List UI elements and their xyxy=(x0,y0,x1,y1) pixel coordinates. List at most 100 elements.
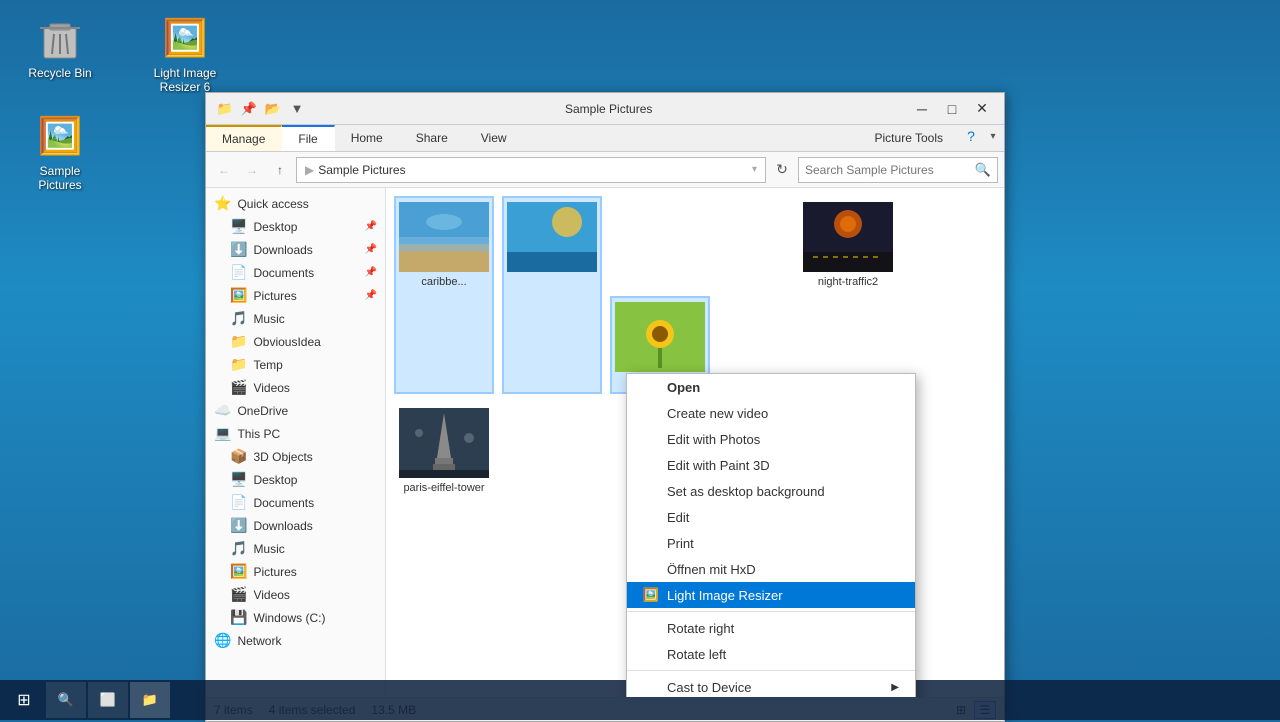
toolbar-btn-folder[interactable]: 📁 xyxy=(214,98,236,120)
sidebar-item-onedrive[interactable]: ☁️ OneDrive xyxy=(206,399,385,422)
tab-help-btn[interactable]: ? xyxy=(960,125,982,147)
sidebar-item-desktop2[interactable]: 🖥️ Desktop xyxy=(206,468,385,491)
cast-icon xyxy=(643,679,659,695)
sidebar-item-windows-c[interactable]: 💾 Windows (C:) xyxy=(206,606,385,629)
close-button[interactable]: ✕ xyxy=(968,98,996,120)
file-item-2[interactable] xyxy=(502,196,602,394)
sidebar-item-documents[interactable]: 📄 Documents 📌 xyxy=(206,261,385,284)
address-bar: ← → ↑ ▶ Sample Pictures ▾ ↻ 🔍 xyxy=(206,152,1004,188)
sidebar-network-label: Network xyxy=(237,634,281,648)
sidebar-item-network[interactable]: 🌐 Network xyxy=(206,629,385,652)
sidebar-item-music[interactable]: 🎵 Music xyxy=(206,307,385,330)
obviousidea-icon: 📁 xyxy=(230,333,247,350)
sidebar-this-pc-label: This PC xyxy=(237,427,280,441)
ctx-item-edit-with-paint3d[interactable]: Edit with Paint 3D xyxy=(627,452,915,478)
sidebar-item-documents2[interactable]: 📄 Documents xyxy=(206,491,385,514)
tab-share[interactable]: Share xyxy=(400,125,465,151)
ctx-item-rotate-left[interactable]: Rotate left xyxy=(627,641,915,667)
address-path[interactable]: ▶ Sample Pictures ▾ xyxy=(296,157,766,183)
maximize-button[interactable]: □ xyxy=(938,98,966,120)
ctx-item-edit[interactable]: Edit xyxy=(627,504,915,530)
sidebar-downloads2-label: Downloads xyxy=(253,519,312,533)
sidebar-item-downloads[interactable]: ⬇️ Downloads 📌 xyxy=(206,238,385,261)
ctx-item-offnen-hxd[interactable]: Öffnen mit HxD xyxy=(627,556,915,582)
quick-access-icon: ⭐ xyxy=(214,195,231,212)
sidebar-videos-label: Videos xyxy=(253,381,289,395)
toolbar-btn-new-folder[interactable]: 📂 xyxy=(262,98,284,120)
sidebar: ⭐ Quick access 🖥️ Desktop 📌 ⬇️ Downloads… xyxy=(206,188,386,697)
network-icon: 🌐 xyxy=(214,632,231,649)
desktop-icon-light-image-resizer[interactable]: 🖼️ Light Image Resizer 6 xyxy=(145,10,225,98)
tab-view[interactable]: View xyxy=(465,125,524,151)
search-input[interactable] xyxy=(805,163,971,177)
breadcrumb-dropdown[interactable]: ▾ xyxy=(752,164,757,175)
file-thumbnail-caribbean xyxy=(399,202,489,272)
taskbar-search-btn[interactable]: 🔍 xyxy=(46,682,86,718)
desktop-icon-recycle-bin[interactable]: Recycle Bin xyxy=(20,10,100,84)
ctx-item-rotate-right[interactable]: Rotate right xyxy=(627,615,915,641)
sidebar-item-videos[interactable]: 🎬 Videos xyxy=(206,376,385,399)
ctx-item-create-new-video[interactable]: Create new video xyxy=(627,400,915,426)
ctx-paint3d-label: Edit with Paint 3D xyxy=(667,458,770,473)
title-bar: 📁 📌 📂 ▼ Sample Pictures ─ □ ✕ xyxy=(206,93,1004,125)
toolbar-dropdown[interactable]: ▼ xyxy=(286,98,308,120)
sidebar-item-obviousidea[interactable]: 📁 ObviousIdea xyxy=(206,330,385,353)
tab-file[interactable]: File xyxy=(282,125,334,151)
file-item-paris-eiffel-tower[interactable]: paris-eiffel-tower xyxy=(394,402,494,500)
desktop-icon-sample-pictures[interactable]: 🖼️ Sample Pictures xyxy=(20,108,100,196)
sidebar-item-pictures[interactable]: 🖼️ Pictures 📌 xyxy=(206,284,385,307)
ctx-rotate-left-label: Rotate left xyxy=(667,647,726,662)
refresh-button[interactable]: ↻ xyxy=(770,158,794,182)
desktop: Recycle Bin 🖼️ Light Image Resizer 6 🖼️ … xyxy=(0,0,1280,720)
ctx-item-cast-to-device[interactable]: Cast to Device ▶ xyxy=(627,674,915,697)
3d-objects-icon: 📦 xyxy=(230,448,247,465)
taskbar-explorer-btn[interactable]: 📁 xyxy=(130,682,170,718)
sidebar-windows-c-label: Windows (C:) xyxy=(253,611,325,625)
tab-manage[interactable]: Manage xyxy=(206,125,282,151)
toolbar-btn-pin[interactable]: 📌 xyxy=(238,98,260,120)
forward-button[interactable]: → xyxy=(240,158,264,182)
recycle-bin-icon xyxy=(36,14,84,62)
breadcrumb-text: Sample Pictures xyxy=(318,163,405,177)
sidebar-item-music2[interactable]: 🎵 Music xyxy=(206,537,385,560)
sidebar-item-3d-objects[interactable]: 📦 3D Objects xyxy=(206,445,385,468)
start-button[interactable]: ⊞ xyxy=(4,682,44,718)
sidebar-item-pictures2[interactable]: 🖼️ Pictures xyxy=(206,560,385,583)
tab-home[interactable]: Home xyxy=(335,125,400,151)
sidebar-item-videos2[interactable]: 🎬 Videos xyxy=(206,583,385,606)
sidebar-music-label: Music xyxy=(253,312,284,326)
ribbon-collapse-btn[interactable]: ▾ xyxy=(982,125,1004,147)
tab-picture-tools[interactable]: Picture Tools xyxy=(859,125,960,151)
ctx-item-set-desktop-bg[interactable]: Set as desktop background xyxy=(627,478,915,504)
search-icon[interactable]: 🔍 xyxy=(975,162,991,178)
up-button[interactable]: ↑ xyxy=(268,158,292,182)
ctx-item-open[interactable]: Open xyxy=(627,374,915,400)
sidebar-item-quick-access[interactable]: ⭐ Quick access xyxy=(206,192,385,215)
sidebar-pictures-label: Pictures xyxy=(253,289,296,303)
sidebar-item-this-pc[interactable]: 💻 This PC xyxy=(206,422,385,445)
rotate-left-icon xyxy=(643,646,659,662)
ctx-item-edit-with-photos[interactable]: Edit with Photos xyxy=(627,426,915,452)
taskbar-task-view-btn[interactable]: ⬜ xyxy=(88,682,128,718)
desktop-icon-sidebar: 🖥️ xyxy=(230,218,247,235)
sidebar-item-downloads2[interactable]: ⬇️ Downloads xyxy=(206,514,385,537)
ctx-edit-photos-label: Edit with Photos xyxy=(667,432,760,447)
desktop-bg-icon xyxy=(643,483,659,499)
videos2-icon: 🎬 xyxy=(230,586,247,603)
context-menu: Open Create new video Edit with Photos E… xyxy=(626,373,916,697)
downloads-pin-icon: 📌 xyxy=(365,244,377,255)
ctx-item-print[interactable]: Print xyxy=(627,530,915,556)
ctx-separator-2 xyxy=(627,670,915,671)
window-controls: ─ □ ✕ xyxy=(908,98,996,120)
recycle-bin-label: Recycle Bin xyxy=(28,66,91,80)
sidebar-item-desktop[interactable]: 🖥️ Desktop 📌 xyxy=(206,215,385,238)
ctx-item-light-image-resizer[interactable]: 🖼️ Light Image Resizer xyxy=(627,582,915,608)
back-button[interactable]: ← xyxy=(212,158,236,182)
file-item-night-traffic2[interactable]: night-traffic2 xyxy=(798,196,898,394)
minimize-button[interactable]: ─ xyxy=(908,98,936,120)
file-item-caribbean[interactable]: caribbe... xyxy=(394,196,494,394)
light-image-resizer-icon: 🖼️ xyxy=(161,14,209,62)
hxd-icon xyxy=(643,561,659,577)
print-icon xyxy=(643,535,659,551)
sidebar-item-temp[interactable]: 📁 Temp xyxy=(206,353,385,376)
